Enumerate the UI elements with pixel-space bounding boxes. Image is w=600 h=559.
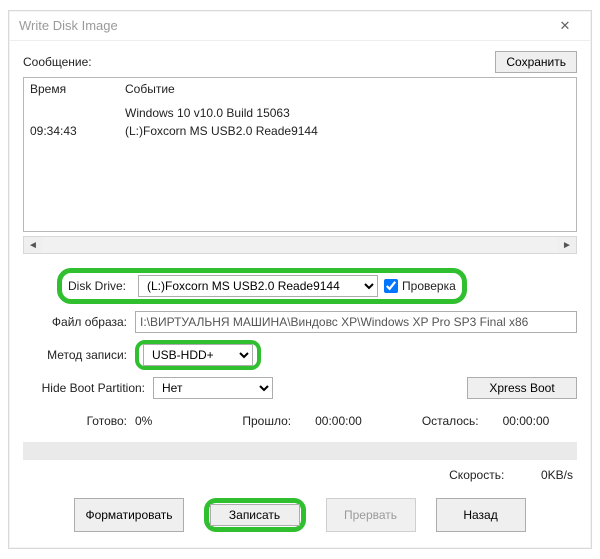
- log-col-time: Время: [30, 82, 125, 96]
- write-button[interactable]: Записать: [210, 504, 300, 526]
- client-area: Сообщение: Сохранить Время Событие Windo…: [9, 41, 591, 544]
- log-cell-event: Windows 10 v10.0 Build 15063: [125, 104, 570, 122]
- remaining-value: 00:00:00: [503, 414, 550, 428]
- log-cell-time: 09:34:43: [30, 122, 125, 140]
- percent-value: 0%: [135, 414, 152, 428]
- hide-boot-partition-select[interactable]: Нет: [153, 377, 273, 399]
- disk-drive-select[interactable]: (L:)Foxcorn MS USB2.0 Reade9144: [138, 275, 378, 297]
- image-file-label: Файл образа:: [23, 315, 135, 329]
- verify-checkbox[interactable]: Проверка: [384, 279, 456, 293]
- log-panel: Время Событие Windows 10 v10.0 Build 150…: [23, 77, 577, 232]
- verify-checkbox-input[interactable]: [384, 279, 398, 293]
- write-disk-image-window: Write Disk Image ✕ Сообщение: Сохранить …: [8, 10, 592, 549]
- scroll-left-icon[interactable]: ◄: [24, 237, 42, 253]
- scroll-track[interactable]: [42, 237, 558, 253]
- log-horizontal-scrollbar[interactable]: ◄ ►: [23, 236, 577, 254]
- write-method-select[interactable]: USB-HDD+: [143, 344, 253, 366]
- log-cell-time: [30, 104, 125, 122]
- save-button[interactable]: Сохранить: [495, 51, 577, 73]
- log-row: Windows 10 v10.0 Build 15063: [30, 104, 570, 122]
- scroll-right-icon[interactable]: ►: [558, 237, 576, 253]
- speed-label: Скорость:: [449, 468, 504, 482]
- message-label: Сообщение:: [23, 55, 92, 69]
- back-button[interactable]: Назад: [436, 498, 526, 532]
- hide-boot-partition-label: Hide Boot Partition:: [23, 381, 153, 395]
- log-col-event: Событие: [125, 82, 570, 96]
- log-row: 09:34:43 (L:)Foxcorn MS USB2.0 Reade9144: [30, 122, 570, 140]
- progress-bar: [23, 442, 577, 460]
- log-cell-event: (L:)Foxcorn MS USB2.0 Reade9144: [125, 122, 570, 140]
- titlebar: Write Disk Image ✕: [9, 11, 591, 41]
- format-button[interactable]: Форматировать: [74, 498, 183, 532]
- xpress-boot-button[interactable]: Xpress Boot: [467, 377, 577, 399]
- close-icon[interactable]: ✕: [545, 18, 585, 34]
- highlight-disk-drive: Disk Drive: (L:)Foxcorn MS USB2.0 Reade9…: [57, 268, 467, 304]
- highlight-write-method: USB-HDD+: [135, 340, 261, 370]
- verify-checkbox-label: Проверка: [402, 279, 456, 293]
- speed-value: 0KB/s: [541, 468, 573, 482]
- remaining-label: Осталось:: [422, 414, 479, 428]
- disk-drive-label: Disk Drive:: [68, 279, 132, 293]
- log-header: Время Событие: [24, 78, 576, 102]
- elapsed-value: 00:00:00: [315, 414, 362, 428]
- highlight-write-button: Записать: [204, 498, 306, 532]
- action-bar: Форматировать Записать Прервать Назад: [23, 492, 577, 536]
- ready-label: Готово:: [23, 414, 135, 428]
- window-title: Write Disk Image: [19, 18, 545, 33]
- elapsed-label: Прошло:: [242, 414, 291, 428]
- write-method-label: Метод записи:: [23, 348, 135, 362]
- abort-button: Прервать: [326, 498, 416, 532]
- image-file-field[interactable]: [135, 311, 577, 333]
